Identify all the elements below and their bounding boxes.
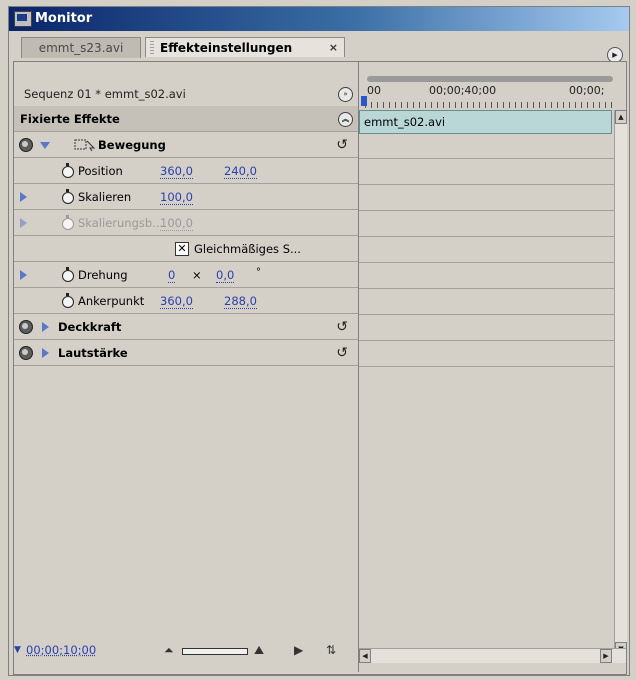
param-label: Ankerpunkt (78, 294, 145, 308)
zoom-out-icon[interactable]: ⏶ (164, 638, 174, 662)
scroll-left-icon[interactable]: ◀ (359, 649, 371, 663)
expand-triangle-icon[interactable] (20, 270, 27, 280)
zoom-in-icon[interactable]: ⛰ (254, 638, 264, 662)
param-label: Gleichmäßiges S... (194, 242, 301, 256)
param-label: Skalierungsb... (78, 216, 164, 230)
ruler-end: 00;00; (569, 84, 605, 97)
sequence-label: Sequenz 01 * emmt_s02.avi (24, 87, 186, 101)
param-label: Skalieren (78, 190, 132, 204)
effect-deckkraft-row: Deckkraft ↺ (14, 314, 358, 340)
sequence-row: Sequenz 01 * emmt_s02.avi » (14, 82, 358, 106)
effect-timeline-pane: 00 00;00;40;00 00;00; emmt_s02.avi ▲ ▼ (359, 62, 627, 672)
timecode-menu-icon[interactable]: ▼ (14, 638, 21, 662)
expand-triangle-icon (20, 218, 27, 228)
bottom-toolbar: ▼ 00;00;10;00 ⏶ ⛰ ▶ ⇅ (14, 638, 358, 662)
timeline-row-divider (359, 262, 614, 263)
effect-name: Lautstärke (58, 346, 128, 360)
ruler-labels: 00 00;00;40;00 00;00; (359, 84, 614, 100)
timeline-row-divider (359, 366, 614, 367)
scroll-up-icon[interactable]: ▲ (615, 110, 627, 124)
fx-toggle-icon[interactable] (19, 346, 33, 360)
timeline-row-divider (359, 340, 614, 341)
reset-icon[interactable]: ↺ (336, 132, 348, 158)
timeline-row-divider (359, 210, 614, 211)
zoom-bar[interactable] (367, 76, 613, 82)
effect-name: Deckkraft (58, 320, 122, 334)
expand-triangle-icon[interactable] (40, 142, 50, 149)
ruler-ticks (365, 102, 613, 108)
param-skalierungsbreite-row: Skalierungsb... 100,0 (14, 210, 358, 236)
effect-name: Bewegung (98, 138, 166, 152)
motion-transform-icon (74, 139, 96, 152)
position-y-value[interactable]: 240,0 (224, 164, 257, 179)
vertical-scrollbar[interactable]: ▲ ▼ (614, 110, 627, 656)
loop-audio-icon[interactable]: ⇅ (326, 638, 336, 662)
monitor-app-icon (14, 11, 32, 27)
param-label: Position (78, 164, 123, 178)
play-audio-icon[interactable]: ▶ (294, 638, 303, 662)
rotation-degrees-value[interactable]: 0,0 (216, 268, 235, 283)
timeline-row-divider (359, 314, 614, 315)
effect-bewegung-row: Bewegung ↺ (14, 132, 358, 158)
expand-triangle-icon[interactable] (20, 192, 27, 202)
zoom-slider[interactable] (182, 648, 248, 655)
expand-triangle-icon[interactable] (42, 322, 49, 332)
effect-controls-panel: Sequenz 01 * emmt_s02.avi » Fixierte Eff… (13, 61, 627, 675)
timeline-row-divider (359, 236, 614, 237)
tab-strip: emmt_s23.avi Effekteinstellungen × ▶ (9, 31, 629, 63)
anchor-x-value[interactable]: 360,0 (160, 294, 193, 309)
window-title: Monitor (35, 11, 93, 26)
anchor-y-value[interactable]: 288,0 (224, 294, 257, 309)
fx-toggle-icon[interactable] (19, 138, 33, 152)
position-x-value[interactable]: 360,0 (160, 164, 193, 179)
ruler-mid: 00;00;40;00 (429, 84, 497, 97)
stopwatch-icon[interactable] (62, 267, 74, 282)
scale-value[interactable]: 100,0 (160, 190, 193, 205)
fixed-effects-header: Fixierte Effekte ︽ (14, 106, 358, 132)
stopwatch-icon[interactable] (62, 293, 74, 308)
reset-icon[interactable]: ↺ (336, 314, 348, 340)
timeline-row-divider (359, 158, 614, 159)
param-drehung-row: Drehung 0 × 0,0 ° (14, 262, 358, 288)
time-ruler[interactable]: 00 00;00;40;00 00;00; (359, 76, 614, 110)
scale-width-value: 100,0 (160, 216, 193, 231)
param-label: Drehung (78, 268, 128, 282)
monitor-window: Monitor emmt_s23.avi Effekteinstellungen… (8, 6, 630, 676)
fx-toggle-icon[interactable] (19, 320, 33, 334)
stopwatch-icon[interactable] (62, 163, 74, 178)
horizontal-scrollbar[interactable]: ◀ ▶ (359, 648, 626, 663)
param-skalieren-row: Skalieren 100,0 (14, 184, 358, 210)
collapse-icon[interactable]: ︽ (338, 112, 353, 127)
effect-lautstaerke-row: Lautstärke ↺ (14, 340, 358, 366)
param-ankerpunkt-row: Ankerpunkt 360,0 288,0 (14, 288, 358, 314)
uniform-scale-checkbox[interactable]: ✕ (175, 242, 189, 256)
rotation-turns-value[interactable]: 0 (168, 268, 176, 283)
reset-icon[interactable]: ↺ (336, 340, 348, 366)
param-position-row: Position 360,0 240,0 (14, 158, 358, 184)
close-icon[interactable]: × (329, 38, 338, 58)
stopwatch-icon[interactable] (62, 189, 74, 204)
times-sign: × (192, 268, 202, 282)
degree-sign: ° (256, 267, 261, 278)
timeline-row-divider (359, 184, 614, 185)
expand-triangle-icon[interactable] (42, 348, 49, 358)
tab-emmt-s23[interactable]: emmt_s23.avi (21, 37, 141, 58)
timeline-row-divider (359, 288, 614, 289)
tab-effekteinstellungen[interactable]: Effekteinstellungen × (145, 37, 345, 57)
ruler-start: 00 (367, 84, 381, 97)
current-timecode[interactable]: 00;00;10;00 (26, 638, 96, 662)
clip-bar[interactable]: emmt_s02.avi (359, 110, 612, 134)
scroll-right-icon[interactable]: ▶ (600, 649, 612, 663)
tab-grip-icon[interactable] (150, 41, 154, 55)
stopwatch-icon (62, 215, 74, 230)
tab-label: Effekteinstellungen (160, 41, 293, 55)
section-title: Fixierte Effekte (20, 112, 120, 126)
tab-label: emmt_s23.avi (38, 41, 124, 55)
playhead-marker[interactable] (361, 96, 367, 106)
param-uniform-scale-row: ✕ Gleichmäßiges S... (14, 236, 358, 262)
title-bar[interactable]: Monitor (9, 7, 629, 31)
show-timeline-icon[interactable]: » (338, 87, 353, 102)
effect-list-pane: Sequenz 01 * emmt_s02.avi » Fixierte Eff… (14, 62, 359, 672)
